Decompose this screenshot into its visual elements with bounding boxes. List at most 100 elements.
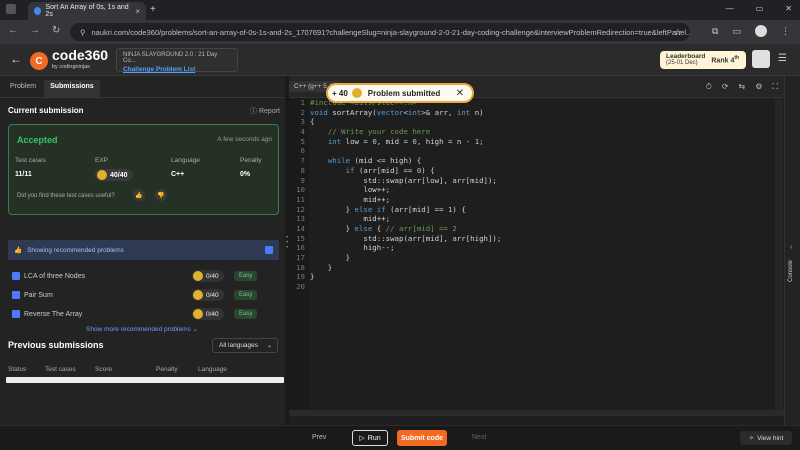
- code-lines[interactable]: #include <bits/stdc++.h>void sortArray(v…: [310, 98, 784, 410]
- code-line[interactable]: low++;: [310, 185, 784, 195]
- profile-avatar[interactable]: [755, 25, 767, 37]
- list-item[interactable]: Pair Sum 0/40 Easy: [12, 288, 278, 302]
- rank-suffix: th: [734, 55, 740, 62]
- code-line[interactable]: // Write your code here: [310, 127, 784, 137]
- console-panel[interactable]: ‹ Console: [784, 76, 800, 425]
- sidebar-icon[interactable]: ▭: [732, 26, 741, 37]
- bookmark-star-icon[interactable]: ☆: [674, 27, 682, 38]
- report-button[interactable]: ⓘ Report: [250, 106, 280, 116]
- view-hint-button[interactable]: ✧ View hint: [740, 431, 792, 445]
- next-button[interactable]: Next: [472, 434, 486, 441]
- line-number: 9: [300, 175, 305, 185]
- recommended-problems-bar[interactable]: 👍 Showing recommended problems: [8, 240, 279, 260]
- browser-tab[interactable]: Sort An Array of 0s, 1s and 2s ×: [28, 2, 146, 20]
- forward-nav-icon[interactable]: →: [30, 25, 40, 36]
- run-label: Run: [367, 434, 381, 442]
- maximize-icon[interactable]: ▭: [756, 4, 764, 13]
- code-line[interactable]: }: [310, 253, 784, 263]
- toast-message: Problem submitted: [367, 88, 441, 98]
- exp-pill: 40/40: [95, 169, 133, 182]
- tab-problem[interactable]: Problem: [4, 80, 42, 97]
- close-window-icon[interactable]: ✕: [785, 4, 792, 13]
- problem-icon: [12, 272, 20, 280]
- list-item[interactable]: LCA of three Nodes 0/40 Easy: [12, 269, 278, 283]
- code360-logo[interactable]: C code360 by codingninjas: [30, 48, 108, 73]
- code-area[interactable]: 1 2 3 4 5 6 7 8 9 10 11 12 13 14 15 16 17 18 19 20 #include…: [289, 98, 784, 410]
- challenge-problem-list-link[interactable]: Challenge Problem List: [123, 66, 231, 73]
- fullscreen-icon[interactable]: ⛶: [772, 82, 778, 92]
- line-number: 4: [300, 127, 305, 137]
- coin-icon: [97, 170, 107, 180]
- timer-icon[interactable]: ⏱: [706, 82, 712, 92]
- code-line[interactable]: }: [310, 272, 784, 282]
- points-pill: 0/40: [192, 270, 224, 282]
- leaderboard-button[interactable]: Leaderboard (25-01 Dec) Rank 4th: [660, 51, 746, 69]
- list-item[interactable]: Reverse The Array 0/40 Easy: [12, 307, 278, 321]
- code-line[interactable]: std::swap(arr[low], arr[mid]);: [310, 176, 784, 186]
- user-avatar[interactable]: [752, 50, 770, 68]
- code-line[interactable]: [310, 282, 784, 292]
- code-editor-panel: C++ (g++ 5.4) ⏱ ⟳ ⇆ ⚙ ⛶ 1 2 3 4 5 6 7 8 9 10 11 12 1…: [289, 76, 784, 425]
- code-line[interactable]: {: [310, 117, 784, 127]
- code-line[interactable]: int low = 0, mid = 0, high = n - 1;: [310, 137, 784, 147]
- back-nav-icon[interactable]: ←: [8, 25, 18, 36]
- problem-name: LCA of three Nodes: [24, 272, 86, 280]
- tab-close-icon[interactable]: ×: [135, 7, 140, 16]
- reload-icon[interactable]: ↻: [52, 25, 60, 36]
- new-tab-icon[interactable]: +: [150, 4, 156, 15]
- code-line[interactable]: if (arr[mid] == 0) {: [310, 166, 784, 176]
- favicon-icon: [34, 7, 42, 15]
- run-button[interactable]: ▷ Run: [352, 430, 388, 446]
- current-submission-row: Current submission ⓘ Report: [8, 106, 280, 115]
- test-cases-label: Test cases: [15, 157, 46, 164]
- back-arrow-icon[interactable]: ←: [10, 52, 22, 66]
- recommended-label: Showing recommended problems: [27, 246, 124, 254]
- language-filter-select[interactable]: All languages ⌄: [212, 338, 278, 353]
- problem-points: 0/40: [206, 310, 219, 318]
- window-controls: — ▭ ✕: [726, 4, 792, 13]
- show-more-label: Show more recommended problems: [86, 326, 191, 333]
- chevron-left-icon[interactable]: ‹: [790, 244, 792, 251]
- problem-name: Pair Sum: [24, 291, 53, 299]
- minimize-icon[interactable]: —: [726, 4, 734, 13]
- thumbs-down-icon[interactable]: 👎: [155, 189, 167, 201]
- language-value: C++: [171, 171, 185, 178]
- site-info-icon[interactable]: ⚲: [80, 28, 86, 37]
- submit-code-button[interactable]: Submit code: [397, 430, 447, 446]
- prev-button[interactable]: Prev: [312, 434, 326, 441]
- show-more-link[interactable]: Show more recommended problems ⌄: [86, 325, 198, 333]
- code-line[interactable]: }: [310, 263, 784, 273]
- reset-icon[interactable]: ⟳: [722, 82, 729, 92]
- code-line[interactable]: } else { // arr[mid] == 2: [310, 224, 784, 234]
- penalty-value: 0%: [240, 171, 251, 178]
- current-submission-title: Current submission: [8, 106, 84, 115]
- editor-horizontal-scrollbar[interactable]: [289, 410, 784, 416]
- editor-vertical-scrollbar[interactable]: [775, 98, 783, 410]
- extensions-icon[interactable]: ⧉: [712, 26, 718, 37]
- code-line[interactable]: std::swap(arr[mid], arr[high]);: [310, 234, 784, 244]
- browser-menu-icon[interactable]: ⋮: [781, 26, 790, 37]
- submissions-table-header: Status Test cases Score Penalty Language: [8, 366, 284, 373]
- code-line[interactable]: [310, 146, 784, 156]
- code-line[interactable]: mid++;: [310, 214, 784, 224]
- problem-points: 0/40: [206, 291, 219, 299]
- horizontal-scrollbar[interactable]: [6, 377, 284, 383]
- swap-icon[interactable]: ⇆: [739, 82, 746, 92]
- settings-icon[interactable]: ⚙: [755, 82, 762, 92]
- thumbs-up-icon[interactable]: 👍: [133, 189, 145, 201]
- toast-close-icon[interactable]: ✕: [456, 88, 464, 99]
- code-line[interactable]: mid++;: [310, 195, 784, 205]
- tab-search-icon[interactable]: [6, 4, 16, 14]
- code-line[interactable]: high--;: [310, 243, 784, 253]
- url-bar[interactable]: ⚲ naukri.com/code360/problems/sort-an-ar…: [70, 23, 690, 41]
- problem-icon: [12, 310, 20, 318]
- code-line[interactable]: while (mid <= high) {: [310, 156, 784, 166]
- code-line[interactable]: void sortArray(vector<int>& arr, int n): [310, 108, 784, 118]
- previous-submissions-title: Previous submissions: [8, 340, 104, 350]
- recommended-checkbox[interactable]: [265, 246, 273, 254]
- tab-submissions[interactable]: Submissions: [44, 80, 100, 97]
- accepted-result-card: Accepted A few seconds ago Test cases 11…: [8, 124, 279, 215]
- code-line[interactable]: } else if (arr[mid] == 1) {: [310, 205, 784, 215]
- line-number: 11: [296, 194, 305, 204]
- hamburger-menu-icon[interactable]: ☰: [778, 53, 787, 64]
